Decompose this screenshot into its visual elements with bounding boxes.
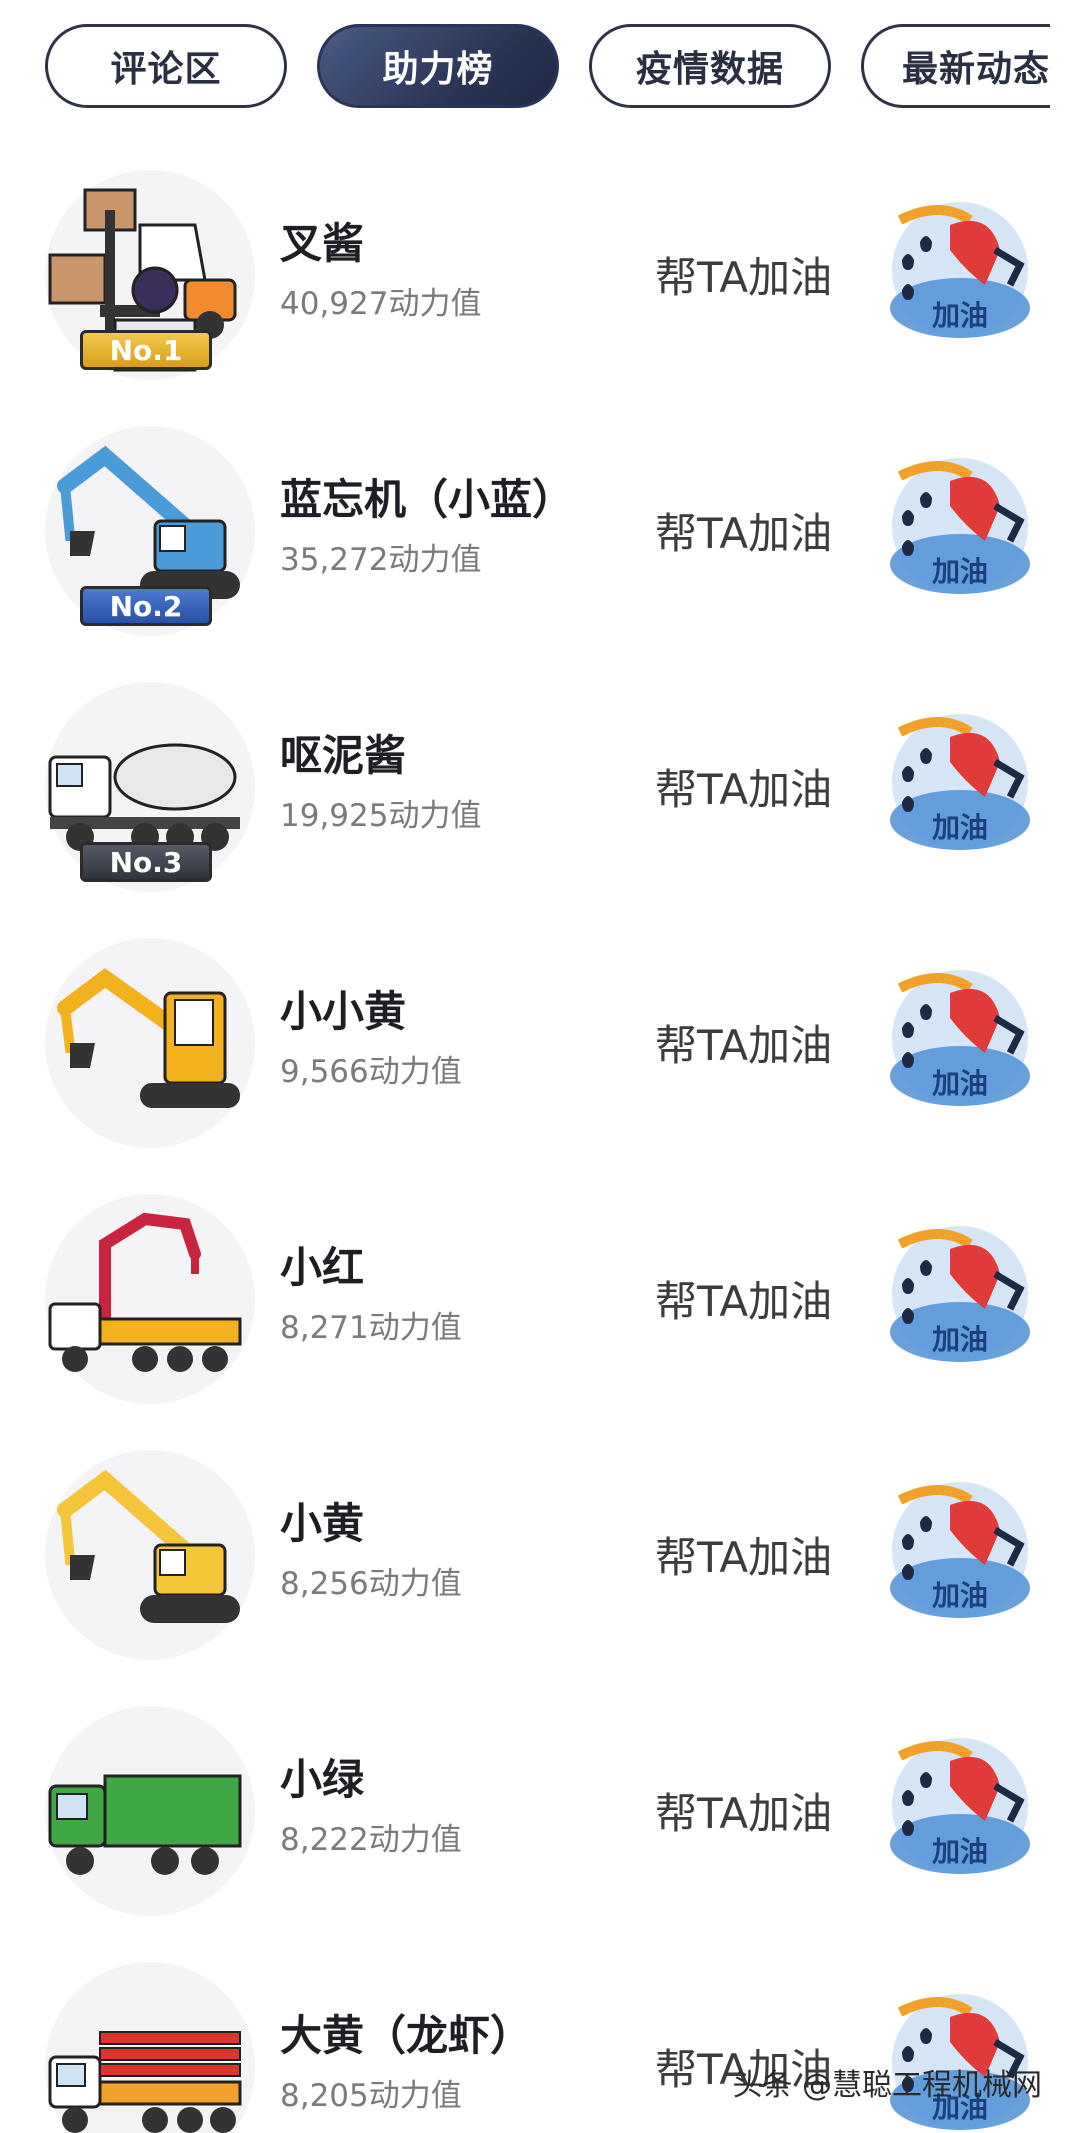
power-score: 9,566动力值: [280, 1054, 462, 1090]
list-item: No.2 蓝忘机（小蓝） 35,272动力值 帮TA加油 加油: [0, 406, 1080, 662]
fuel-up-button[interactable]: 加油: [880, 190, 1040, 350]
vehicle-name: 小小黄: [280, 987, 407, 1036]
excavator-icon: [57, 1469, 240, 1623]
fuel-up-button[interactable]: 加油: [880, 958, 1040, 1118]
avatar: [45, 1962, 255, 2133]
avatar: [45, 1194, 255, 1404]
list-item: 小小黄 9,566动力值 帮TA加油 加油: [0, 918, 1080, 1174]
fuel-label: 加油: [931, 1323, 988, 1356]
help-fuel-button[interactable]: 帮TA加油: [655, 756, 832, 817]
leaderboard-screen: 评论区 助力榜 疫情数据 最新动态 No.1 叉酱 40,927动力值 帮TA加…: [0, 0, 1080, 2133]
fuel-label: 加油: [931, 1579, 988, 1612]
list-item: No.1 叉酱 40,927动力值 帮TA加油 加油: [0, 150, 1080, 406]
tab-comments[interactable]: 评论区: [45, 24, 287, 108]
boom-truck-icon: [48, 2031, 242, 2133]
avatar: [45, 938, 255, 1148]
avatar: [45, 1706, 255, 1916]
fuel-label: 加油: [931, 1067, 988, 1100]
vehicle-name: 小黄: [280, 1499, 365, 1548]
rank-badge: No.3: [80, 842, 212, 882]
fuel-label: 加油: [931, 811, 988, 844]
source-watermark: 头条 @慧聪工程机械网: [732, 2068, 1042, 2103]
help-fuel-button[interactable]: 帮TA加油: [655, 1524, 832, 1585]
tab-bar: 评论区 助力榜 疫情数据 最新动态: [0, 0, 1080, 130]
power-score: 40,927动力值: [280, 286, 482, 322]
power-score: 35,272动力值: [280, 542, 482, 578]
tab-epidemic-data[interactable]: 疫情数据: [589, 24, 831, 108]
fuel-up-button[interactable]: 加油: [880, 1982, 1040, 2133]
rank-badge: No.2: [80, 586, 212, 626]
power-score: 8,205动力值: [280, 2078, 462, 2114]
list-item: 小黄 8,256动力值 帮TA加油 加油: [0, 1430, 1080, 1686]
tab-leaderboard[interactable]: 助力榜: [317, 24, 559, 108]
vehicle-name: 大黄（龙虾）: [280, 2011, 533, 2060]
pump-truck-icon: [48, 1212, 242, 1372]
help-fuel-button[interactable]: 帮TA加油: [655, 500, 832, 561]
vehicle-name: 小红: [280, 1243, 365, 1292]
help-fuel-button[interactable]: 帮TA加油: [655, 244, 832, 305]
vehicle-name: 呕泥酱: [280, 731, 407, 780]
list-item: 小绿 8,222动力值 帮TA加油 加油: [0, 1686, 1080, 1942]
rank-badge: No.1: [80, 330, 212, 370]
fuel-up-button[interactable]: 加油: [880, 1214, 1040, 1374]
list-item: 大黄（龙虾） 8,205动力值 帮TA加油 加油: [0, 1942, 1080, 2133]
tab-bar-fade: [1050, 0, 1080, 130]
fuel-label: 加油: [931, 1835, 988, 1868]
avatar: [45, 1450, 255, 1660]
vehicle-name: 蓝忘机（小蓝）: [280, 475, 575, 524]
power-score: 8,256动力值: [280, 1566, 462, 1602]
fuel-label: 加油: [931, 555, 988, 588]
power-score: 19,925动力值: [280, 798, 482, 834]
fuel-up-button[interactable]: 加油: [880, 1726, 1040, 1886]
vehicle-name: 小绿: [280, 1755, 365, 1804]
fuel-label: 加油: [931, 299, 988, 332]
help-fuel-button[interactable]: 帮TA加油: [655, 1780, 832, 1841]
help-fuel-button[interactable]: 帮TA加油: [655, 1268, 832, 1329]
list-item: 小红 8,271动力值 帮TA加油 加油: [0, 1174, 1080, 1430]
fuel-up-button[interactable]: 加油: [880, 446, 1040, 606]
power-score: 8,222动力值: [280, 1822, 462, 1858]
vehicle-name: 叉酱: [280, 219, 365, 268]
power-score: 8,271动力值: [280, 1310, 462, 1346]
help-fuel-button[interactable]: 帮TA加油: [655, 1012, 832, 1073]
list-item: No.3 呕泥酱 19,925动力值 帮TA加油 加油: [0, 662, 1080, 918]
mini-excavator-icon: [57, 968, 240, 1108]
dump-truck-icon: [48, 1774, 242, 1875]
fuel-up-button[interactable]: 加油: [880, 702, 1040, 862]
tab-latest-news[interactable]: 最新动态: [861, 24, 1080, 108]
fuel-up-button[interactable]: 加油: [880, 1470, 1040, 1630]
